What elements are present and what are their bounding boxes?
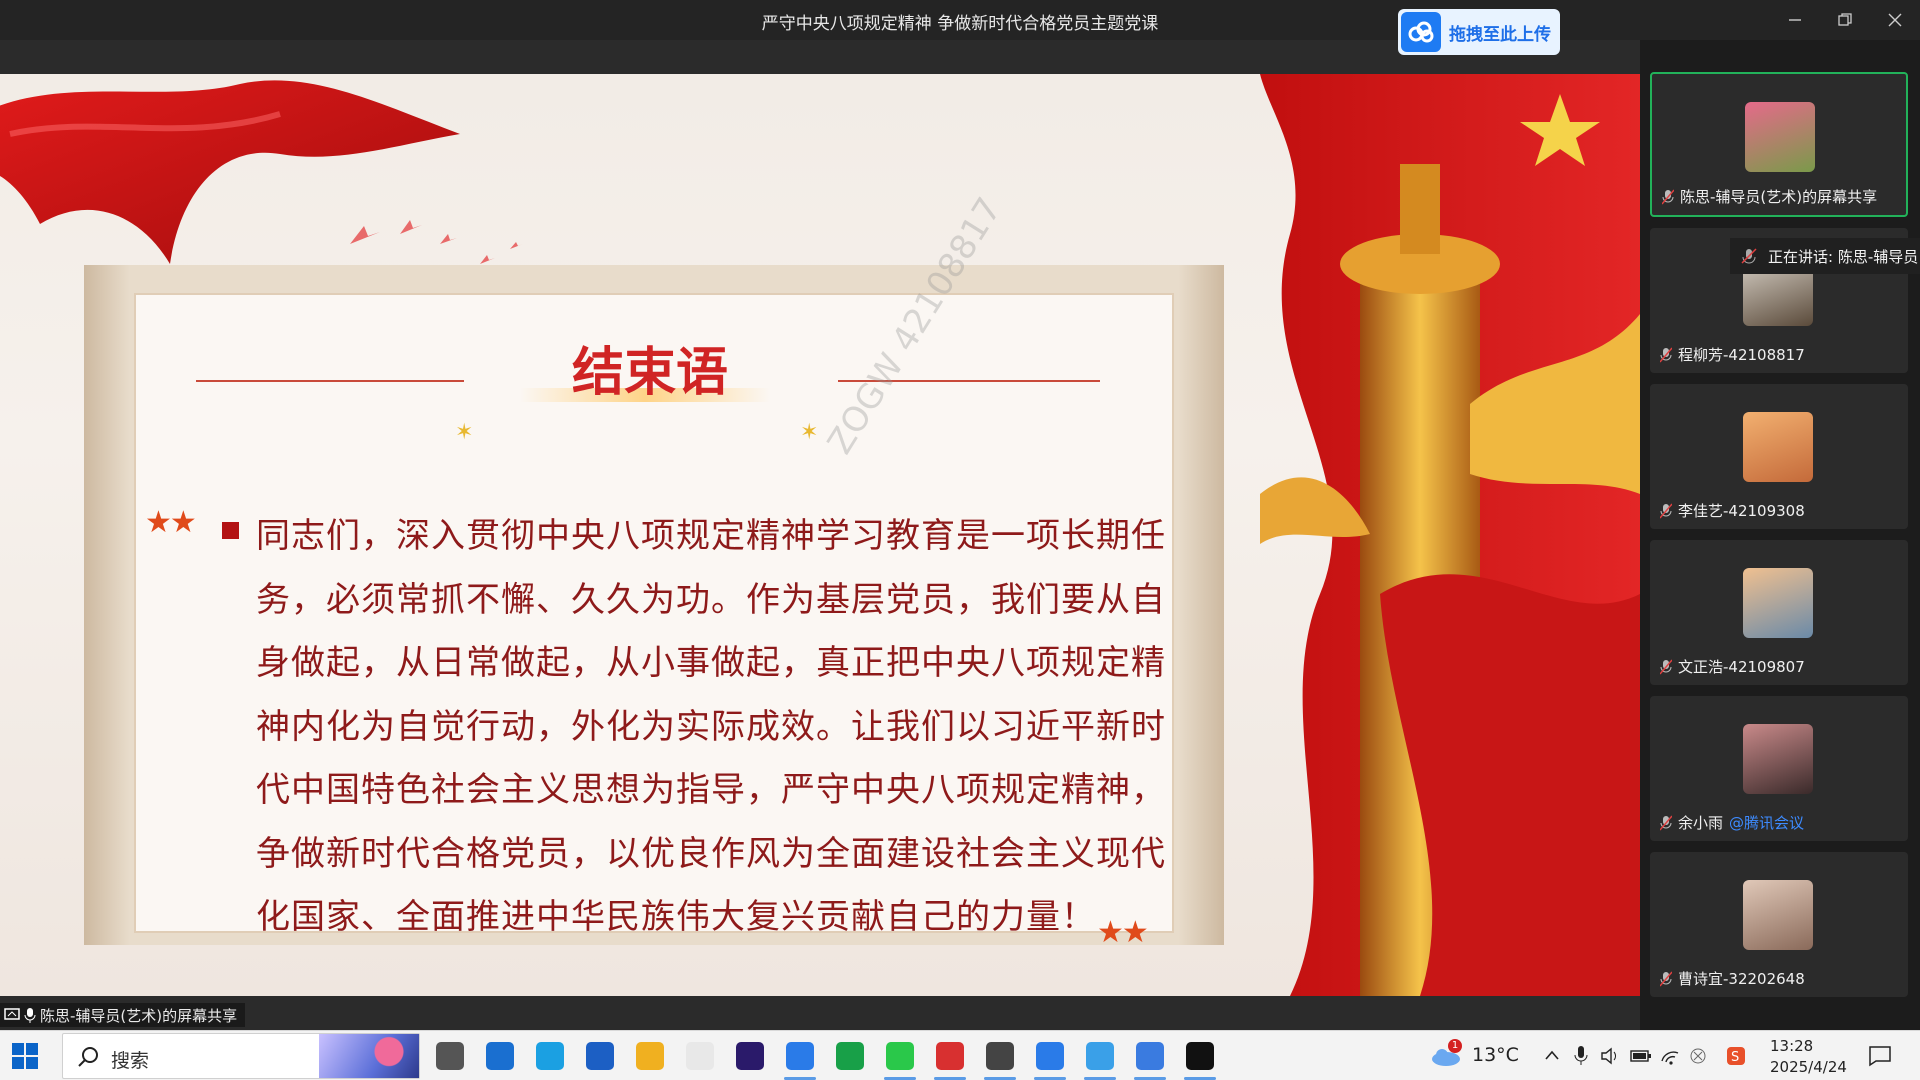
restore-button[interactable]	[1820, 0, 1870, 40]
clock-date[interactable]: 2025/4/24	[1770, 1058, 1847, 1076]
screen-app-icon[interactable]	[1130, 1036, 1170, 1080]
windows-taskbar: 搜索 1 13°C S 13:28 2025/4/24	[0, 1030, 1920, 1080]
drag-upload-button[interactable]: 拖拽至此上传	[1398, 9, 1560, 55]
minimize-button[interactable]	[1770, 0, 1820, 40]
qq-icon[interactable]	[1180, 1036, 1220, 1080]
stars-decoration-left: ★★	[145, 505, 197, 540]
clock-time[interactable]: 13:28	[1770, 1037, 1813, 1055]
windows-start-icon[interactable]	[12, 1043, 38, 1069]
participant-name-row: 李佳艺-42109308	[1660, 500, 1805, 521]
wifi-icon[interactable]	[1660, 1047, 1680, 1065]
speaking-indicator: 正在讲话: 陈思-辅导员	[1730, 238, 1920, 274]
microphone-tray-icon[interactable]	[1574, 1045, 1588, 1067]
participant-avatar	[1743, 412, 1813, 482]
edge-icon[interactable]	[530, 1036, 570, 1076]
muted-mic-icon	[1660, 971, 1672, 986]
network-app-icon[interactable]	[980, 1036, 1020, 1080]
participant-name: 文正浩-42109807	[1678, 658, 1805, 676]
participant-avatar	[1743, 724, 1813, 794]
close-icon	[1888, 13, 1902, 27]
search-placeholder: 搜索	[111, 1050, 150, 1072]
participant-card[interactable]: 陈思-辅导员(艺术)的屏幕共享	[1650, 72, 1908, 217]
stars-decoration-right: ★★	[1097, 915, 1149, 950]
muted-mic-icon	[1662, 189, 1674, 204]
chevron-up-icon[interactable]	[1544, 1049, 1560, 1061]
participant-card[interactable]: 李佳艺-42109308	[1650, 384, 1908, 529]
participant-card[interactable]: 曹诗宜-32202648	[1650, 852, 1908, 997]
no-network-icon[interactable]	[1690, 1048, 1706, 1064]
bullet-square	[222, 522, 239, 539]
store-icon[interactable]	[580, 1036, 620, 1076]
share-toolbar-strip	[0, 40, 1640, 74]
participant-name: 曹诗宜-32202648	[1678, 970, 1805, 988]
premiere-icon[interactable]	[730, 1036, 770, 1076]
huabiao-pillar-graphic	[1230, 74, 1640, 996]
qq-browser-icon[interactable]	[1080, 1036, 1120, 1080]
participant-name-row: 余小雨 @腾讯会议	[1660, 812, 1804, 833]
notification-center-icon[interactable]	[1868, 1045, 1892, 1067]
participant-avatar	[1743, 880, 1813, 950]
participant-name-row: 文正浩-42109807	[1660, 656, 1805, 677]
mail-icon[interactable]	[480, 1036, 520, 1076]
muted-mic-icon	[1660, 347, 1672, 362]
window-titlebar: 严守中央八项规定精神 争做新时代合格党员主题党课	[0, 0, 1920, 40]
slide-body-text: 同志们，深入贯彻中央八项规定精神学习教育是一项长期任务，必须常抓不懈、久久为功。…	[256, 516, 1166, 937]
muted-mic-icon	[1660, 815, 1672, 830]
participant-name-row: 程柳芳-42108817	[1660, 344, 1805, 365]
participant-panel: 陈思-辅导员(艺术)的屏幕共享 程柳芳-42108817 李佳艺-42109308 文…	[1640, 40, 1920, 1030]
leaf-ornament-left: ✶	[455, 420, 474, 445]
participant-name-row: 曹诗宜-32202648	[1660, 968, 1805, 989]
window-title: 严守中央八项规定精神 争做新时代合格党员主题党课	[761, 14, 1159, 34]
screen-share-label: 陈思-辅导员(艺术)的屏幕共享	[0, 1003, 246, 1027]
participant-name: 余小雨	[1678, 814, 1724, 832]
file-explorer-icon[interactable]	[630, 1036, 670, 1076]
app-tray-s-icon[interactable]: S	[1726, 1045, 1746, 1067]
volume-icon[interactable]	[1600, 1047, 1620, 1065]
upload-button-label: 拖拽至此上传	[1449, 24, 1551, 45]
wechat-icon[interactable]	[880, 1036, 920, 1080]
h-app-icon[interactable]	[830, 1036, 870, 1076]
muted-mic-icon	[1660, 659, 1672, 674]
participant-card[interactable]: 文正浩-42109807	[1650, 540, 1908, 685]
weather-badge: 1	[1448, 1039, 1462, 1053]
restore-icon	[1838, 13, 1852, 26]
minimize-icon	[1789, 19, 1801, 21]
participant-avatar	[1745, 102, 1815, 172]
muted-mic-icon	[1741, 248, 1757, 264]
participant-name-row: 陈思-辅导员(艺术)的屏幕共享	[1662, 186, 1877, 207]
participant-avatar	[1743, 568, 1813, 638]
participant-name: 陈思-辅导员(艺术)的屏幕共享	[1680, 188, 1878, 206]
participant-card[interactable]: 余小雨 @腾讯会议	[1650, 696, 1908, 841]
search-highlight-image	[319, 1034, 419, 1078]
leaf-ornament-right: ✶	[800, 420, 819, 445]
tencent-meeting-icon-2[interactable]	[1030, 1036, 1070, 1080]
cloud-upload-icon	[1401, 12, 1441, 52]
slide-title: 结束语	[571, 342, 728, 403]
close-button[interactable]	[1870, 0, 1920, 40]
notepad-icon[interactable]	[680, 1036, 720, 1076]
participant-app-link[interactable]: @腾讯会议	[1729, 812, 1804, 833]
participant-name: 程柳芳-42108817	[1678, 346, 1805, 364]
search-icon	[78, 1047, 98, 1067]
microphone-icon	[24, 1008, 36, 1023]
tencent-meeting-icon[interactable]	[780, 1036, 820, 1080]
wps-icon[interactable]	[930, 1036, 970, 1080]
svg-text:S: S	[1731, 1050, 1739, 1065]
weather-temp: 13°C	[1472, 1044, 1519, 1066]
task-view-icon[interactable]	[430, 1036, 470, 1076]
participant-name: 李佳艺-42109308	[1678, 502, 1805, 520]
muted-mic-icon	[1660, 503, 1672, 518]
screen-share-icon	[4, 1008, 20, 1020]
taskbar-search-box[interactable]: 搜索	[62, 1033, 420, 1079]
battery-icon[interactable]	[1630, 1049, 1652, 1063]
